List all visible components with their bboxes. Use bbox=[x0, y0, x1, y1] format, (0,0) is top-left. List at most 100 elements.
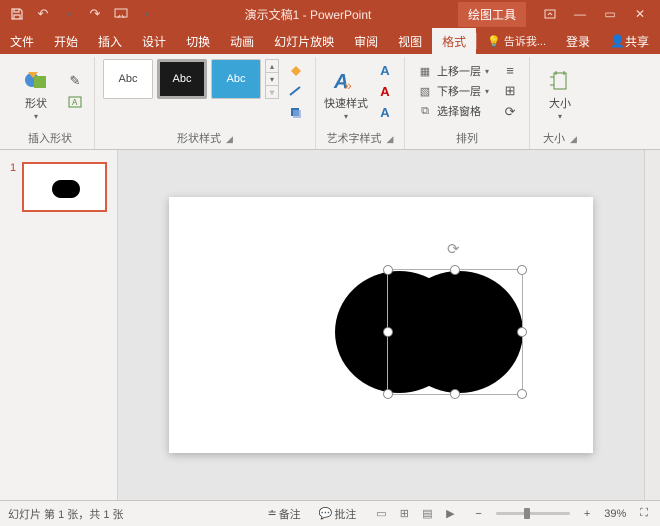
zoom-slider[interactable] bbox=[496, 512, 570, 515]
group-objects-icon[interactable]: ⊞ bbox=[499, 81, 521, 101]
undo-icon[interactable]: ↶ bbox=[32, 3, 54, 25]
align-icon[interactable]: ≡ bbox=[499, 60, 521, 80]
resize-handle[interactable] bbox=[450, 265, 460, 275]
tab-transitions[interactable]: 切换 bbox=[176, 28, 220, 54]
resize-handle[interactable] bbox=[383, 265, 393, 275]
group-wordart: A» 快速样式▾ A A A 艺术字样式◢ bbox=[316, 57, 405, 149]
resize-handle[interactable] bbox=[383, 389, 393, 399]
window-title: 演示文稿1 - PowerPoint bbox=[162, 6, 454, 23]
tab-animations[interactable]: 动画 bbox=[220, 28, 264, 54]
tab-design[interactable]: 设计 bbox=[132, 28, 176, 54]
start-slideshow-icon[interactable] bbox=[110, 3, 132, 25]
resize-handle[interactable] bbox=[383, 327, 393, 337]
text-box-icon[interactable]: A bbox=[64, 92, 86, 112]
style-preset-1[interactable]: Abc bbox=[103, 59, 153, 99]
edit-shape-icon[interactable]: ✎ bbox=[64, 71, 86, 91]
group-shape-styles: Abc Abc Abc ▴▾▿ 形状样式◢ bbox=[95, 57, 316, 149]
dialog-launcher-icon[interactable]: ◢ bbox=[387, 134, 394, 145]
slideshow-view-icon[interactable]: ▶ bbox=[439, 505, 461, 523]
tab-insert[interactable]: 插入 bbox=[88, 28, 132, 54]
zoom-slider-thumb[interactable] bbox=[524, 508, 530, 519]
notes-button[interactable]: ≐ 备注 bbox=[263, 504, 304, 524]
bring-forward-button[interactable]: ▦上移一层 ▾ bbox=[413, 62, 493, 80]
restore-icon[interactable]: ▭ bbox=[596, 4, 624, 24]
style-preset-3[interactable]: Abc bbox=[211, 59, 261, 99]
tab-format[interactable]: 格式 bbox=[432, 28, 476, 54]
shapes-icon bbox=[22, 64, 50, 98]
close-icon[interactable]: ✕ bbox=[626, 4, 654, 24]
group-label: 排列 bbox=[456, 128, 478, 149]
thumb-shape-preview bbox=[52, 180, 80, 198]
slide-canvas-area[interactable]: ⟳ bbox=[118, 150, 644, 500]
minimize-icon[interactable]: — bbox=[566, 4, 594, 24]
shapes-button[interactable]: 形状▾ bbox=[14, 59, 58, 125]
selection-pane-button[interactable]: ⧉选择窗格 bbox=[413, 102, 493, 120]
group-size: 大小▾ 大小◢ bbox=[530, 57, 590, 149]
text-fill-icon[interactable]: A bbox=[374, 60, 396, 80]
svg-text:A: A bbox=[72, 98, 78, 107]
group-label: 插入形状 bbox=[28, 128, 72, 149]
group-label: 形状样式◢ bbox=[177, 128, 233, 149]
resize-handle[interactable] bbox=[450, 389, 460, 399]
tell-me-input[interactable]: 💡告诉我... bbox=[477, 28, 556, 54]
tab-home[interactable]: 开始 bbox=[44, 28, 88, 54]
share-button[interactable]: 👤 共享 bbox=[600, 28, 659, 54]
context-tool-label: 绘图工具 bbox=[458, 2, 526, 27]
bring-forward-icon: ▦ bbox=[417, 65, 433, 78]
shape-fill-icon[interactable] bbox=[285, 60, 307, 80]
slide-thumbnail-1[interactable] bbox=[22, 162, 107, 212]
signin-button[interactable]: 登录 bbox=[556, 28, 600, 54]
normal-view-icon[interactable]: ▭ bbox=[370, 505, 392, 523]
resize-handle[interactable] bbox=[517, 265, 527, 275]
group-arrange: ▦上移一层 ▾ ▧下移一层 ▾ ⧉选择窗格 ≡ ⊞ ⟳ 排列 bbox=[405, 57, 530, 149]
shape-effects-icon[interactable] bbox=[285, 102, 307, 122]
qat-customize-icon[interactable]: ▾ bbox=[136, 4, 158, 26]
rotate-handle[interactable]: ⟳ bbox=[447, 240, 463, 256]
tab-slideshow[interactable]: 幻灯片放映 bbox=[264, 28, 344, 54]
sorter-view-icon[interactable]: ⊞ bbox=[393, 505, 415, 523]
wordart-icon: A» bbox=[332, 64, 360, 98]
dialog-launcher-icon[interactable]: ◢ bbox=[570, 134, 577, 145]
zoom-level[interactable]: 39% bbox=[604, 508, 626, 520]
zoom-out-button[interactable]: − bbox=[471, 506, 485, 522]
shape-outline-icon[interactable] bbox=[285, 81, 307, 101]
save-icon[interactable] bbox=[6, 3, 28, 25]
resize-handle[interactable] bbox=[517, 327, 527, 337]
quick-styles-button[interactable]: A» 快速样式▾ bbox=[324, 59, 368, 125]
selection-bounds: ⟳ bbox=[387, 269, 523, 395]
resize-handle[interactable] bbox=[517, 389, 527, 399]
slide-count-label: 幻灯片 第 1 张，共 1 张 bbox=[8, 506, 124, 522]
ribbon-options-icon[interactable] bbox=[536, 4, 564, 24]
rotate-icon[interactable]: ⟳ bbox=[499, 102, 521, 122]
text-outline-icon[interactable]: A bbox=[374, 81, 396, 101]
tab-view[interactable]: 视图 bbox=[388, 28, 432, 54]
size-button[interactable]: 大小▾ bbox=[538, 59, 582, 125]
selected-shape[interactable]: ⟳ bbox=[335, 267, 525, 397]
group-label: 大小◢ bbox=[543, 128, 577, 149]
send-backward-icon: ▧ bbox=[417, 85, 433, 98]
tab-file[interactable]: 文件 bbox=[0, 28, 44, 54]
size-icon bbox=[548, 64, 572, 98]
comments-button[interactable]: 💬 批注 bbox=[315, 504, 361, 524]
tab-review[interactable]: 审阅 bbox=[344, 28, 388, 54]
reading-view-icon[interactable]: ▤ bbox=[416, 505, 438, 523]
style-preset-2[interactable]: Abc bbox=[157, 59, 207, 99]
vertical-scrollbar[interactable] bbox=[644, 150, 660, 500]
fit-window-icon[interactable]: ⛶ bbox=[636, 505, 652, 522]
dialog-launcher-icon[interactable]: ◢ bbox=[226, 134, 233, 145]
bulb-icon: 💡 bbox=[487, 35, 501, 48]
group-label: 艺术字样式◢ bbox=[327, 128, 394, 149]
group-insert-shapes: 形状▾ ✎ A 插入形状 bbox=[6, 57, 95, 149]
svg-text:»: » bbox=[344, 77, 352, 93]
zoom-in-button[interactable]: + bbox=[580, 506, 594, 522]
undo-more-icon[interactable]: ▾ bbox=[58, 4, 80, 26]
thumb-number: 1 bbox=[10, 162, 16, 212]
share-icon: 👤 bbox=[610, 34, 625, 48]
slide[interactable]: ⟳ bbox=[169, 197, 593, 453]
redo-icon[interactable]: ↷ bbox=[84, 3, 106, 25]
slide-thumbnails-panel: 1 bbox=[0, 150, 118, 500]
style-gallery-more[interactable]: ▴▾▿ bbox=[265, 59, 279, 99]
text-effects-icon[interactable]: A bbox=[374, 102, 396, 122]
selection-pane-icon: ⧉ bbox=[417, 105, 433, 118]
send-backward-button[interactable]: ▧下移一层 ▾ bbox=[413, 82, 493, 100]
